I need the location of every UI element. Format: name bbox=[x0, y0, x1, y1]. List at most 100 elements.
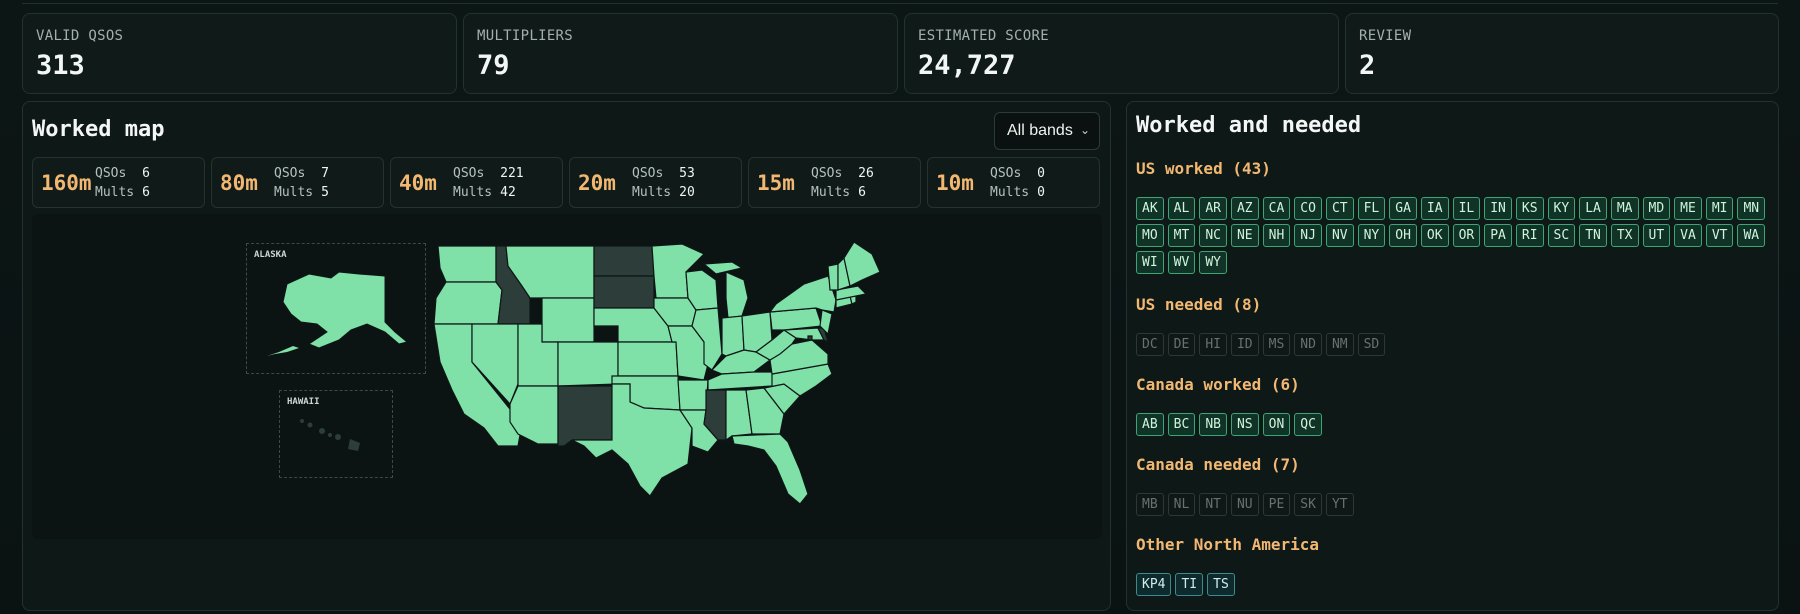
region-chip-nt[interactable]: NT bbox=[1199, 493, 1227, 516]
canada-needed-chips: MB NL NT NU PE SK YT bbox=[1136, 493, 1776, 516]
stat-value: 2 bbox=[1359, 50, 1376, 81]
region-chip-tn[interactable]: TN bbox=[1579, 224, 1607, 247]
region-chip-sd[interactable]: SD bbox=[1357, 333, 1386, 356]
region-chip-co[interactable]: CO bbox=[1294, 197, 1322, 220]
region-chip-ca[interactable]: CA bbox=[1262, 197, 1291, 220]
state-sd[interactable] bbox=[593, 275, 655, 309]
state-me[interactable] bbox=[843, 241, 881, 287]
region-chip-nu[interactable]: NU bbox=[1230, 493, 1259, 516]
panel-title: Worked and needed bbox=[1136, 113, 1362, 138]
state-ks[interactable] bbox=[617, 341, 679, 377]
region-chip-wi[interactable]: WI bbox=[1136, 251, 1164, 274]
region-chip-ri[interactable]: RI bbox=[1515, 224, 1544, 247]
region-chip-dc[interactable]: DC bbox=[1136, 333, 1164, 356]
region-chip-nb[interactable]: NB bbox=[1199, 413, 1227, 436]
region-chip-ne[interactable]: NE bbox=[1230, 224, 1259, 247]
state-ar[interactable] bbox=[677, 379, 709, 411]
band-card-10m[interactable]: 10m QSOs Mults 0 0 bbox=[927, 157, 1100, 208]
region-chip-bc[interactable]: BC bbox=[1167, 413, 1196, 436]
region-chip-vt[interactable]: VT bbox=[1705, 224, 1734, 247]
region-chip-in[interactable]: IN bbox=[1484, 197, 1512, 220]
region-chip-ga[interactable]: GA bbox=[1389, 197, 1417, 220]
region-chip-ma[interactable]: MA bbox=[1610, 197, 1639, 220]
band-card-40m[interactable]: 40m QSOs Mults 221 42 bbox=[390, 157, 563, 208]
state-wy[interactable] bbox=[541, 297, 595, 343]
region-chip-yt[interactable]: YT bbox=[1325, 493, 1354, 516]
region-chip-ab[interactable]: AB bbox=[1136, 413, 1164, 436]
region-chip-or[interactable]: OR bbox=[1452, 224, 1481, 247]
region-chip-mt[interactable]: MT bbox=[1167, 224, 1196, 247]
region-chip-ut[interactable]: UT bbox=[1642, 224, 1671, 247]
region-chip-wv[interactable]: WV bbox=[1167, 251, 1196, 274]
state-nd[interactable] bbox=[593, 245, 655, 277]
region-chip-nh[interactable]: NH bbox=[1262, 224, 1291, 247]
mults-label: Mults bbox=[990, 184, 1030, 200]
region-chip-ia[interactable]: IA bbox=[1420, 197, 1449, 220]
region-chip-ok[interactable]: OK bbox=[1420, 224, 1449, 247]
region-chip-tx[interactable]: TX bbox=[1610, 224, 1639, 247]
region-chip-sc[interactable]: SC bbox=[1547, 224, 1576, 247]
region-chip-de[interactable]: DE bbox=[1167, 333, 1196, 356]
region-chip-nl[interactable]: NL bbox=[1167, 493, 1196, 516]
region-chip-ar[interactable]: AR bbox=[1199, 197, 1227, 220]
state-nm[interactable] bbox=[557, 385, 613, 447]
worked-map-panel: Worked map All bands ⌄ 160m QSOs Mults 6 6… bbox=[22, 101, 1111, 611]
region-chip-mb[interactable]: MB bbox=[1136, 493, 1164, 516]
us-needed-heading: US needed (8) bbox=[1136, 295, 1262, 314]
region-chip-id[interactable]: ID bbox=[1230, 333, 1259, 356]
region-chip-fl[interactable]: FL bbox=[1357, 197, 1386, 220]
stat-card-review[interactable]: REVIEW 2 bbox=[1345, 13, 1779, 94]
region-chip-ts[interactable]: TS bbox=[1207, 573, 1235, 596]
region-chip-ti[interactable]: TI bbox=[1175, 573, 1204, 596]
region-chip-ky[interactable]: KY bbox=[1547, 197, 1576, 220]
region-chip-mo[interactable]: MO bbox=[1136, 224, 1164, 247]
band-card-15m[interactable]: 15m QSOs Mults 26 6 bbox=[748, 157, 921, 208]
qsos-label: QSOs bbox=[811, 165, 843, 181]
us-worked-chips: AK AL AR AZ CA CO CT FL GA IA IL IN KS KY LA MA MD ME MI MN… bbox=[1136, 197, 1776, 274]
state-wa[interactable] bbox=[437, 245, 497, 283]
state-co[interactable] bbox=[557, 341, 619, 387]
region-chip-nv[interactable]: NV bbox=[1325, 224, 1354, 247]
region-chip-al[interactable]: AL bbox=[1167, 197, 1196, 220]
band-card-20m[interactable]: 20m QSOs Mults 53 20 bbox=[569, 157, 742, 208]
qsos-label: QSOs bbox=[990, 165, 1022, 181]
region-chip-nd[interactable]: ND bbox=[1294, 333, 1322, 356]
region-chip-il[interactable]: IL bbox=[1452, 197, 1481, 220]
region-chip-qc[interactable]: QC bbox=[1294, 413, 1322, 436]
region-chip-az[interactable]: AZ bbox=[1230, 197, 1259, 220]
region-chip-ks[interactable]: KS bbox=[1515, 197, 1544, 220]
region-chip-nc[interactable]: NC bbox=[1199, 224, 1227, 247]
state-or[interactable] bbox=[433, 281, 503, 325]
region-chip-me[interactable]: ME bbox=[1674, 197, 1702, 220]
region-chip-mi[interactable]: MI bbox=[1705, 197, 1734, 220]
region-chip-nm[interactable]: NM bbox=[1325, 333, 1354, 356]
region-chip-wa[interactable]: WA bbox=[1737, 224, 1766, 247]
region-chip-la[interactable]: LA bbox=[1579, 197, 1607, 220]
region-chip-sk[interactable]: SK bbox=[1294, 493, 1322, 516]
region-chip-oh[interactable]: OH bbox=[1389, 224, 1417, 247]
region-chip-mn[interactable]: MN bbox=[1737, 197, 1766, 220]
region-chip-ct[interactable]: CT bbox=[1325, 197, 1354, 220]
state-ny[interactable] bbox=[768, 275, 837, 313]
band-card-80m[interactable]: 80m QSOs Mults 7 5 bbox=[211, 157, 384, 208]
state-dc[interactable] bbox=[807, 335, 813, 341]
region-chip-hi[interactable]: HI bbox=[1199, 333, 1227, 356]
region-chip-wy[interactable]: WY bbox=[1199, 251, 1227, 274]
state-in[interactable] bbox=[721, 315, 745, 357]
conus-map-svg bbox=[433, 241, 881, 505]
region-chip-ak[interactable]: AK bbox=[1136, 197, 1164, 220]
region-chip-on[interactable]: ON bbox=[1262, 413, 1291, 436]
region-chip-va[interactable]: VA bbox=[1674, 224, 1702, 247]
region-chip-kp4[interactable]: KP4 bbox=[1136, 573, 1172, 596]
state-vt[interactable] bbox=[827, 263, 839, 291]
region-chip-md[interactable]: MD bbox=[1642, 197, 1671, 220]
region-chip-ny[interactable]: NY bbox=[1357, 224, 1386, 247]
region-chip-nj[interactable]: NJ bbox=[1294, 224, 1322, 247]
state-fl[interactable] bbox=[731, 433, 809, 505]
region-chip-pa[interactable]: PA bbox=[1484, 224, 1512, 247]
region-chip-ns[interactable]: NS bbox=[1230, 413, 1259, 436]
region-chip-ms[interactable]: MS bbox=[1262, 333, 1291, 356]
band-filter-select[interactable]: All bands ⌄ bbox=[994, 112, 1100, 150]
region-chip-pe[interactable]: PE bbox=[1262, 493, 1291, 516]
band-card-160m[interactable]: 160m QSOs Mults 6 6 bbox=[32, 157, 205, 208]
